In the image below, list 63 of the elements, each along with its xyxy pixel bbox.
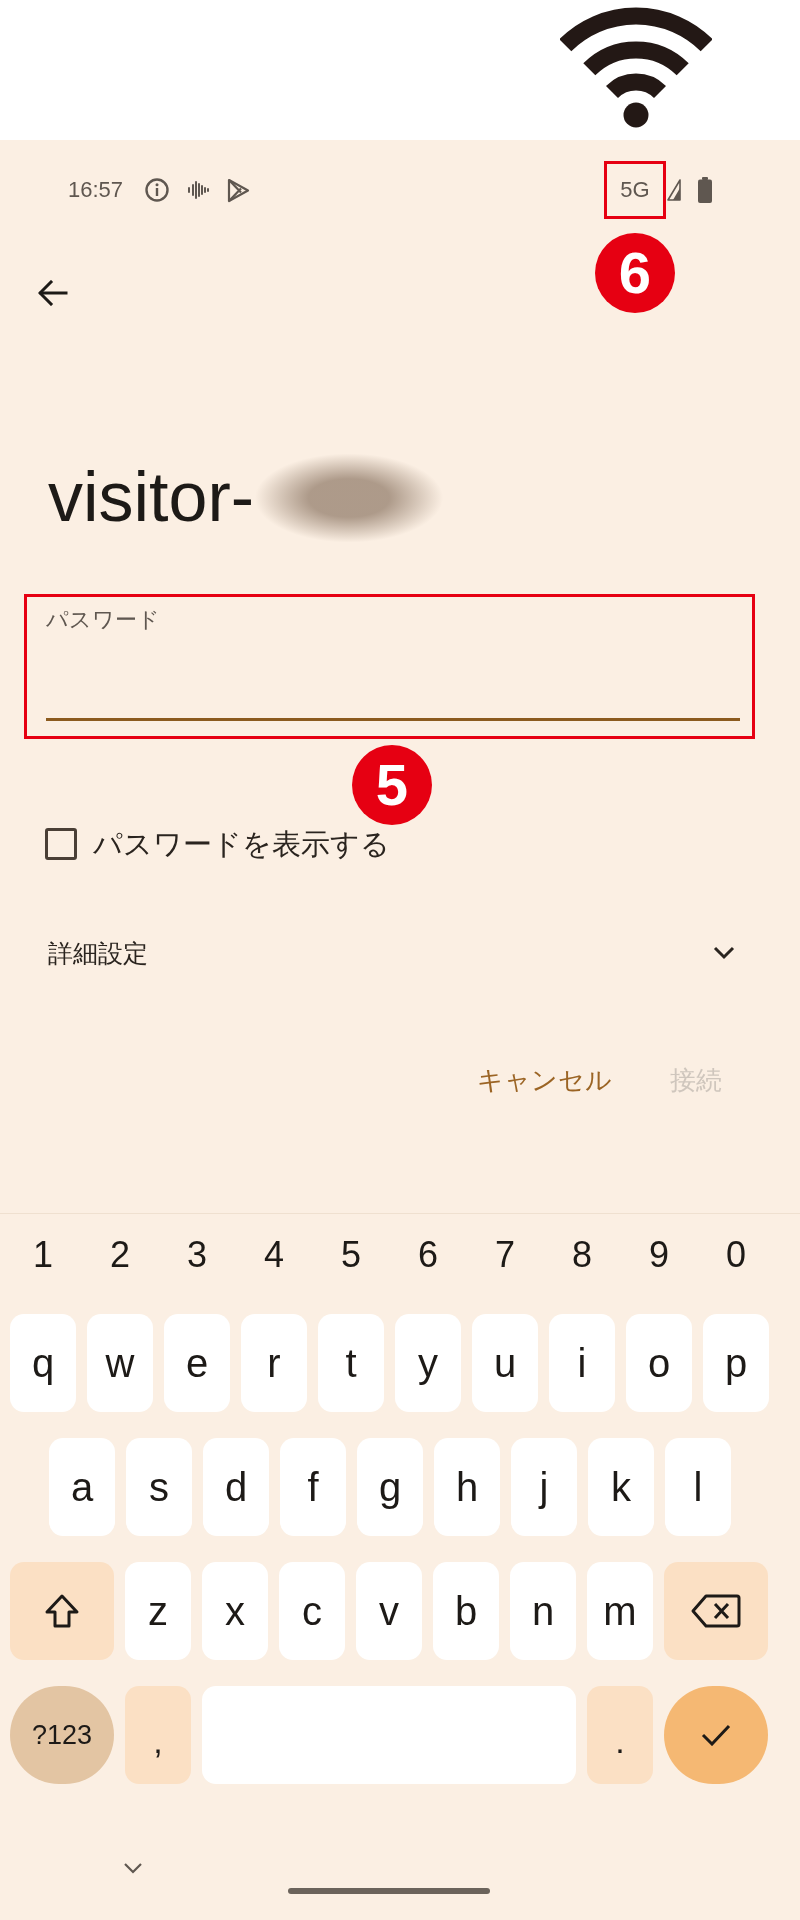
waveform-icon [187, 180, 210, 200]
number-key[interactable]: 3 [164, 1231, 230, 1279]
backspace-key[interactable] [664, 1562, 768, 1660]
info-icon [145, 178, 170, 202]
battery-icon [698, 177, 712, 203]
number-key[interactable]: 6 [395, 1231, 461, 1279]
checkbox-label[interactable]: パスワードを表示する [93, 828, 390, 860]
status-time: 16:57 [68, 179, 124, 201]
callout-marker: 5 [352, 745, 432, 825]
number-key[interactable]: 7 [472, 1231, 538, 1279]
number-key[interactable]: 4 [241, 1231, 307, 1279]
callout-marker: 6 [595, 233, 675, 313]
number-key[interactable]: 1 [10, 1231, 76, 1279]
letter-key[interactable]: f [280, 1438, 346, 1536]
field-label: パスワード [46, 607, 160, 633]
signal-icon [667, 179, 681, 201]
punctuation-key[interactable]: , [125, 1686, 191, 1784]
number-key[interactable]: 8 [549, 1231, 615, 1279]
punctuation-key[interactable]: . [587, 1686, 653, 1784]
letter-key[interactable]: x [202, 1562, 268, 1660]
back-arrow-icon[interactable] [38, 279, 68, 306]
letter-key[interactable]: v [356, 1562, 422, 1660]
letter-key[interactable]: u [472, 1314, 538, 1412]
letter-key[interactable]: y [395, 1314, 461, 1412]
number-key[interactable]: 5 [318, 1231, 384, 1279]
letter-key[interactable]: k [588, 1438, 654, 1536]
advanced-settings-label[interactable]: 詳細設定 [48, 937, 148, 969]
letter-key[interactable]: m [587, 1562, 653, 1660]
play-icon [227, 177, 251, 203]
letter-key[interactable]: n [510, 1562, 576, 1660]
letter-key[interactable]: c [279, 1562, 345, 1660]
shift-key[interactable] [10, 1562, 114, 1660]
letter-key[interactable]: s [126, 1438, 192, 1536]
symbols-key[interactable]: ?123 [10, 1686, 114, 1784]
letter-key[interactable]: i [549, 1314, 615, 1412]
checkbox[interactable] [45, 828, 77, 860]
backspace-icon [691, 1593, 741, 1629]
number-key[interactable]: 9 [626, 1231, 692, 1279]
letter-key[interactable]: b [433, 1562, 499, 1660]
letter-key[interactable]: q [10, 1314, 76, 1412]
letter-key[interactable]: a [49, 1438, 115, 1536]
letter-key[interactable]: o [626, 1314, 692, 1412]
number-key[interactable]: 0 [703, 1231, 769, 1279]
letter-key[interactable]: z [125, 1562, 191, 1660]
letter-key[interactable]: d [203, 1438, 269, 1536]
letter-key[interactable]: g [357, 1438, 423, 1536]
network-type: 5G [620, 179, 650, 201]
chevron-down-icon[interactable] [713, 946, 735, 960]
letter-key[interactable]: p [703, 1314, 769, 1412]
letter-key[interactable]: r [241, 1314, 307, 1412]
dialog-button[interactable]: キャンセル [477, 1064, 612, 1096]
letter-key[interactable]: h [434, 1438, 500, 1536]
chevron-down-icon[interactable] [123, 1862, 143, 1874]
letter-key[interactable]: l [665, 1438, 731, 1536]
letter-key[interactable]: j [511, 1438, 577, 1536]
letter-key[interactable]: t [318, 1314, 384, 1412]
letter-key[interactable]: e [164, 1314, 230, 1412]
network-name: visitor- [48, 459, 255, 536]
checkmark-icon [701, 1724, 731, 1746]
password-field[interactable]: パスワード [46, 607, 740, 721]
letter-key[interactable]: w [87, 1314, 153, 1412]
number-key[interactable]: 2 [87, 1231, 153, 1279]
shift-icon [44, 1593, 80, 1629]
